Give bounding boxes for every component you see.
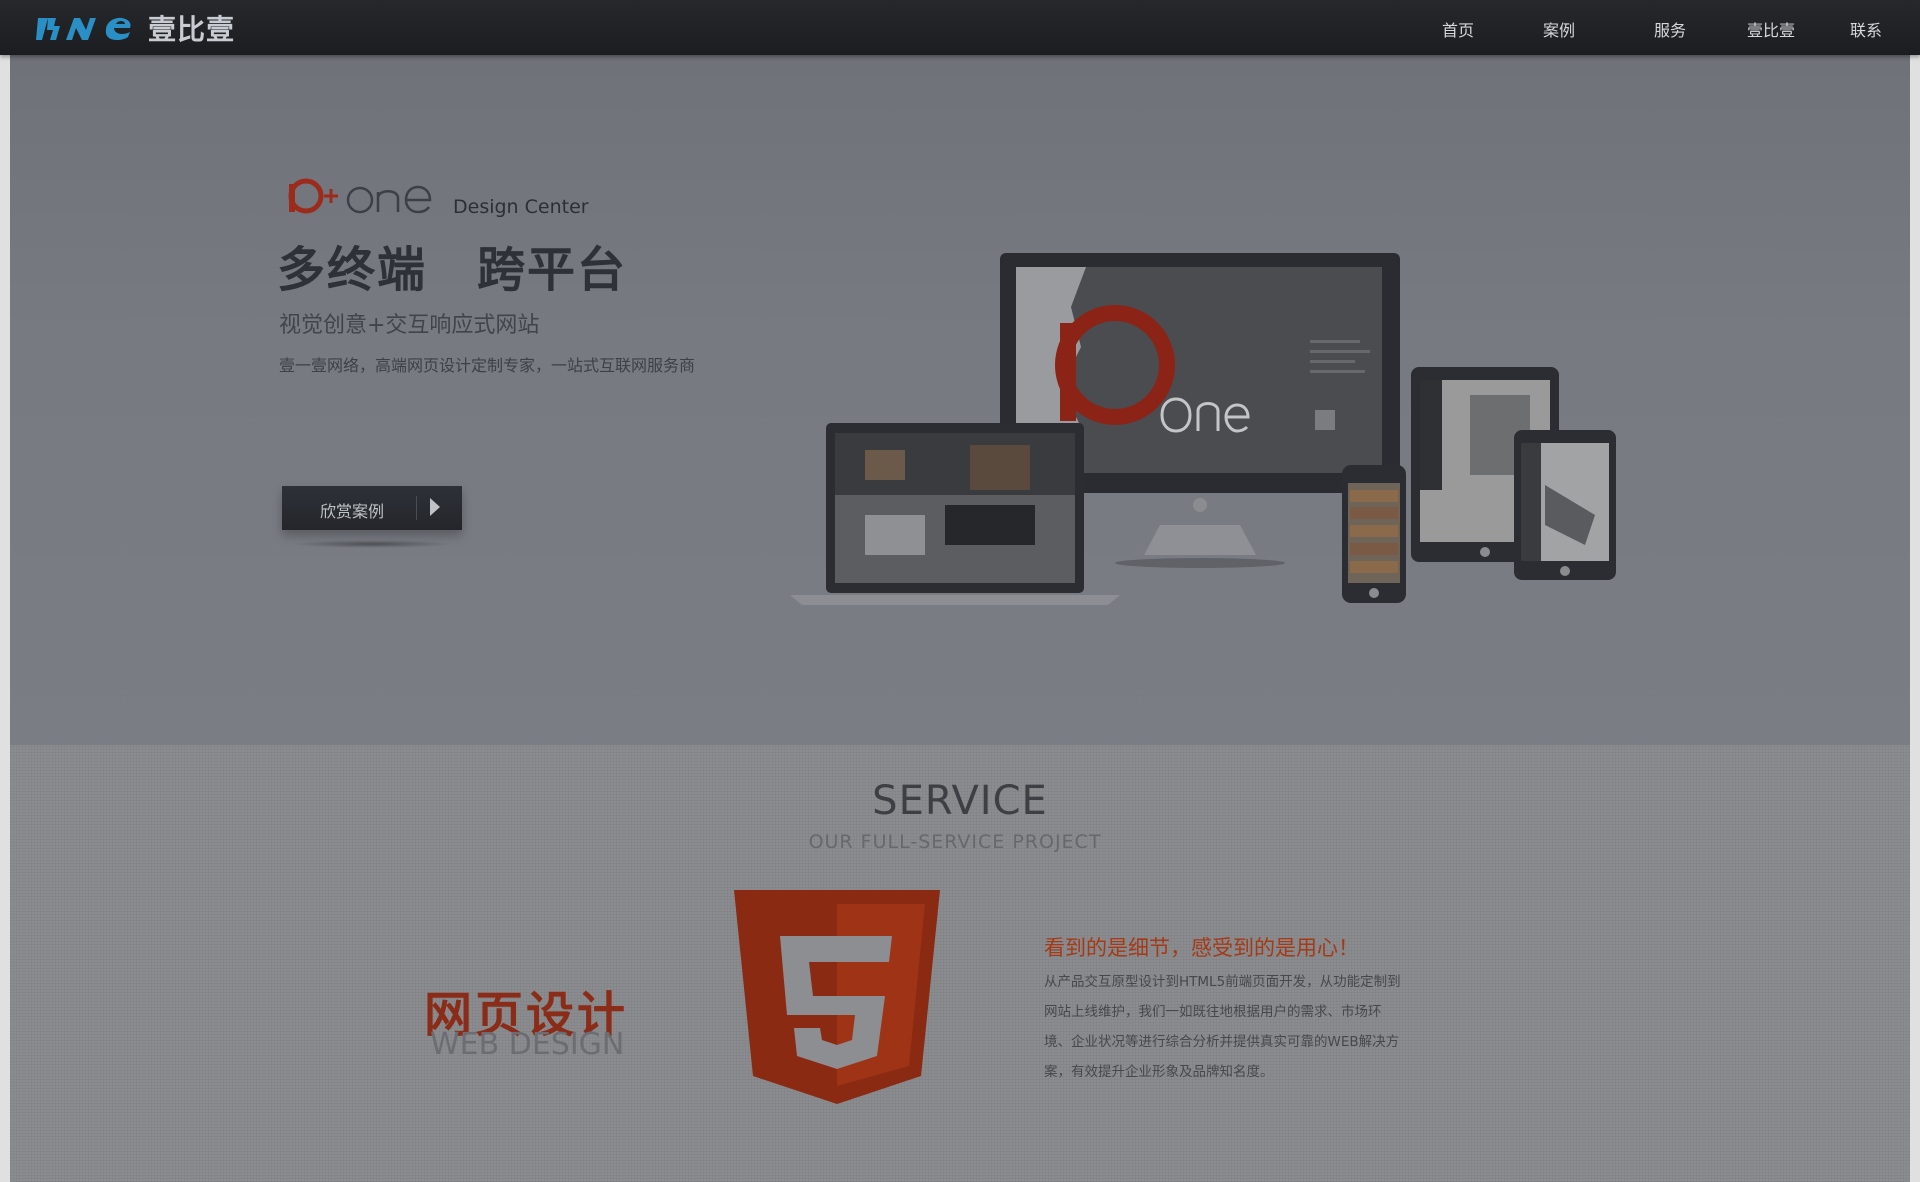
laptop-icon	[790, 423, 1120, 605]
brand-tagline: Design Center	[453, 196, 589, 218]
html5-digit: 5	[732, 888, 733, 889]
nav-item-home[interactable]: 首页	[1442, 17, 1474, 41]
site-logo[interactable]: 壹比壹	[36, 10, 235, 46]
detail-text: 从产品交互原型设计到HTML5前端页面开发，从功能定制到网站上线维护，我们一如既…	[1044, 974, 1401, 1080]
button-shadow	[292, 540, 452, 548]
logo-mark-icon	[36, 17, 131, 40]
html5-logo-icon: 5	[732, 888, 940, 1104]
nav-item-services[interactable]: 服务	[1654, 17, 1686, 41]
service-title: SERVICE	[872, 778, 1048, 824]
view-cases-button[interactable]: 欣赏案例	[282, 486, 462, 530]
hero-subtitle: 视觉创意+交互响应式网站	[279, 313, 540, 338]
hero-title: 多终端 跨平台	[277, 242, 628, 298]
service-category-en: WEB DESIGN	[430, 1027, 625, 1062]
devices-illustration	[790, 253, 1616, 605]
view-cases-label: 欣赏案例	[320, 502, 385, 521]
nav-item-cases[interactable]: 案例	[1543, 17, 1575, 41]
nav-item-about[interactable]: 壹比壹	[1747, 17, 1795, 41]
arrow-right-icon	[430, 498, 440, 516]
nav-item-contact[interactable]: 联系	[1850, 17, 1882, 41]
phone-icon	[1342, 465, 1406, 603]
hero-description: 壹一壹网络，高端网页设计定制专家，一站式互联网服务商	[279, 356, 696, 375]
service-subtitle: OUR FULL-SERVICE PROJECT	[808, 831, 1102, 853]
button-divider	[416, 496, 417, 520]
logo-text: 壹比壹	[148, 13, 236, 46]
brand-logo-icon	[288, 178, 432, 214]
small-tablet-icon	[1514, 430, 1616, 580]
detail-title: 看到的是细节，感受到的是用心！	[1044, 936, 1359, 960]
left-edge	[0, 55, 10, 1182]
right-edge	[1910, 55, 1920, 1182]
top-navbar: 壹比壹 首页 案例 服务 壹比壹 联系	[0, 0, 1920, 55]
